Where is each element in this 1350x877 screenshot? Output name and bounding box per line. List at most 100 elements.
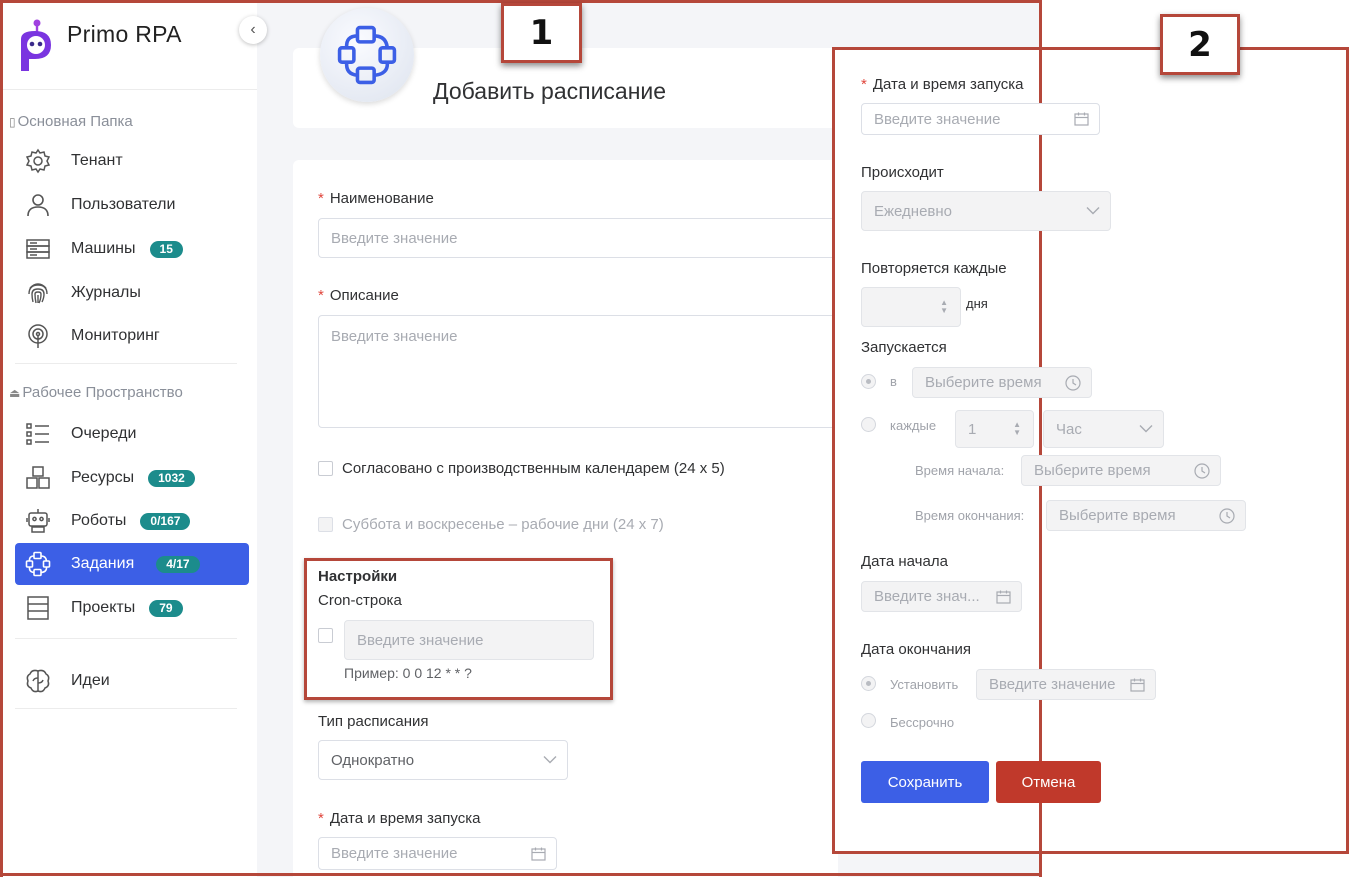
description-textarea[interactable]: Введите значение	[318, 315, 848, 428]
folder-icon: ▯	[9, 114, 16, 129]
count-badge: 15	[149, 240, 183, 258]
sidebar-item-machines[interactable]: Машины 15	[15, 228, 249, 270]
name-input[interactable]: Введите значение	[318, 218, 848, 258]
robot-icon	[25, 508, 51, 534]
schedule-type-label: Тип расписания	[318, 713, 429, 730]
gear-icon	[25, 148, 51, 174]
chevron-down-icon	[543, 756, 557, 765]
occurs-select[interactable]: Ежедневно	[861, 191, 1111, 231]
stepper-value: 1	[968, 420, 977, 438]
p2-launch-label: * Дата и время запуска	[861, 76, 1023, 93]
cron-label: Cron-строка	[318, 592, 402, 609]
sidebar-item-users[interactable]: Пользователи	[15, 184, 249, 226]
clock-icon	[1065, 374, 1081, 391]
end-date-label: Дата окончания	[861, 641, 972, 658]
section-main-folder: ▯ Основная Папка	[9, 113, 133, 130]
calendar-checkbox[interactable]	[318, 461, 333, 476]
select-value: Час	[1056, 420, 1082, 438]
count-badge: 4/17	[156, 555, 200, 573]
sidebar-item-label: Идеи	[71, 672, 110, 689]
cron-example: Пример: 0 0 12 * * ?	[344, 665, 472, 681]
every-stepper[interactable]: 1 ▲ ▼	[955, 410, 1034, 448]
sidebar-item-robots[interactable]: Роботы 0/167	[15, 500, 249, 542]
select-value: Ежедневно	[874, 202, 953, 220]
required-mark: *	[318, 190, 324, 207]
at-time-picker[interactable]: Выберите время	[912, 367, 1092, 398]
cron-checkbox[interactable]	[318, 628, 333, 643]
divider	[3, 89, 257, 90]
label-text: Описание	[329, 287, 399, 304]
start-date-label: Дата начала	[861, 553, 948, 570]
every-radio[interactable]	[861, 417, 876, 432]
schedule-type-select[interactable]: Однократно	[318, 740, 568, 780]
schedule-header-icon	[320, 8, 414, 102]
set-end-date-radio[interactable]	[861, 676, 876, 691]
forever-label: Бессрочно	[890, 715, 955, 730]
sidebar-item-label: Машины	[71, 240, 136, 257]
placeholder: Выберите время	[925, 374, 1042, 391]
brain-icon	[25, 668, 51, 694]
sidebar-item-resources[interactable]: Ресурсы 1032	[15, 457, 249, 499]
schedule-icon	[25, 551, 51, 577]
sidebar-item-label: Очереди	[71, 425, 137, 442]
stack-icon	[25, 595, 51, 621]
section-label: Рабочее Пространство	[22, 384, 183, 401]
divider	[15, 638, 237, 639]
annotation-tag-2: 2	[1160, 14, 1240, 75]
page-title: Добавить расписание	[433, 78, 667, 104]
at-time-radio[interactable]	[861, 374, 876, 389]
settings-title: Настройки	[318, 568, 398, 585]
repeat-label: Повторяется каждые	[861, 260, 1007, 277]
boxes-icon	[25, 465, 51, 491]
sidebar-item-logs[interactable]: Журналы	[15, 272, 249, 314]
app-title: Primo RPA	[67, 21, 182, 47]
calendar-icon	[996, 589, 1011, 604]
collapse-sidebar-button[interactable]: ‹	[239, 16, 267, 44]
sidebar-item-label: Проекты	[71, 599, 136, 616]
label-text: Наименование	[329, 190, 434, 207]
sidebar-item-monitoring[interactable]: Мониторинг	[15, 315, 249, 357]
placeholder: Введите значение	[331, 229, 458, 247]
start-date-picker[interactable]: Введите знач...	[861, 581, 1022, 612]
end-date-picker[interactable]: Введите значение	[976, 669, 1156, 700]
count-badge: 0/167	[140, 512, 191, 530]
stepper-arrows-icon: ▲ ▼	[940, 298, 948, 315]
sidebar-item-tenant[interactable]: Тенант	[15, 140, 249, 182]
sidebar-item-label: Задания	[71, 555, 135, 572]
occurs-label: Происходит	[861, 164, 944, 181]
end-time-label: Время окончания:	[915, 508, 1025, 523]
every-unit-select[interactable]: Час	[1043, 410, 1164, 448]
save-button[interactable]: Сохранить	[861, 761, 989, 803]
sidebar-item-ideas[interactable]: Идеи	[15, 660, 249, 702]
sidebar-item-queues[interactable]: Очереди	[15, 413, 249, 455]
repeat-unit: дня	[966, 296, 988, 311]
placeholder: Введите значение	[357, 631, 484, 649]
end-time-picker[interactable]: Выберите время	[1046, 500, 1246, 531]
start-time-picker[interactable]: Выберите время	[1021, 455, 1221, 486]
sidebar-item-label: Журналы	[71, 284, 141, 301]
launch-label: * Дата и время запуска	[318, 810, 480, 827]
forever-radio[interactable]	[861, 713, 876, 728]
name-label: * Наименование	[318, 190, 434, 207]
placeholder: Выберите время	[1059, 507, 1176, 524]
section-label: Основная Папка	[17, 113, 133, 130]
divider	[15, 363, 237, 364]
launch-datetime-input[interactable]: Введите значение	[318, 837, 557, 870]
required-mark: *	[318, 287, 324, 304]
sidebar-item-projects[interactable]: Проекты 79	[15, 587, 249, 629]
p2-launch-datetime-input[interactable]: Введите значение	[861, 103, 1100, 135]
calendar-icon	[1074, 112, 1089, 127]
description-label: * Описание	[318, 287, 399, 304]
clock-icon	[1219, 507, 1235, 524]
sidebar: Primo RPA ▯ Основная Папка Тенант Пользов…	[3, 3, 257, 877]
weekend-checkbox-label: Суббота и воскресенье – рабочие дни (24 …	[342, 516, 664, 533]
cron-input[interactable]: Введите значение	[344, 620, 594, 660]
repeat-stepper[interactable]: ▲ ▼	[861, 287, 961, 327]
sidebar-item-tasks[interactable]: Задания 4/17	[15, 543, 249, 585]
server-icon	[25, 236, 51, 262]
weekend-checkbox[interactable]	[318, 517, 333, 532]
chevron-left-icon: ‹	[250, 21, 256, 38]
required-mark: *	[861, 76, 867, 93]
cancel-button[interactable]: Отмена	[996, 761, 1101, 803]
chevron-down-icon	[1086, 207, 1100, 216]
